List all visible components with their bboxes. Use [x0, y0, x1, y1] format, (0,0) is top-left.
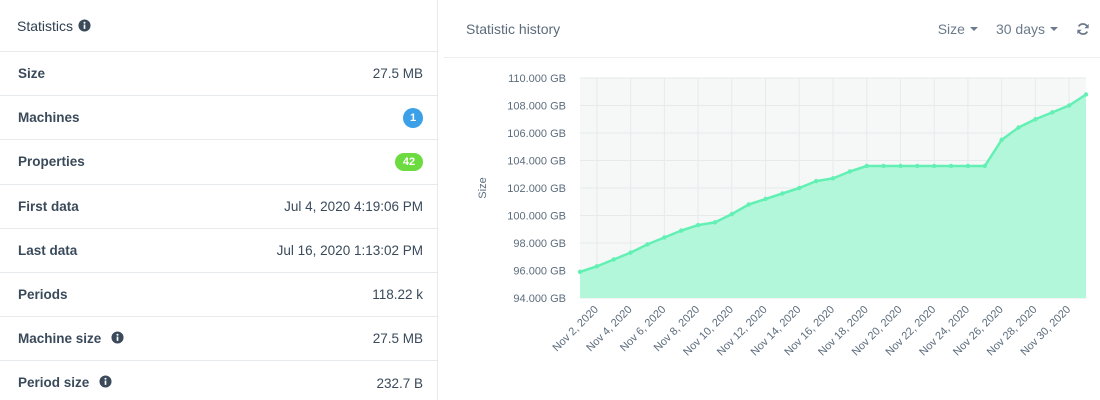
data-point	[695, 222, 701, 228]
stat-label: Machines	[18, 110, 80, 126]
data-point	[679, 228, 684, 233]
stat-label: Size	[18, 66, 46, 82]
history-chart: 94.000 GB 96.000 GB 98.000 GB 100.000 GB 102…	[444, 58, 1100, 400]
history-header: Statistic history Size 30 days	[444, 0, 1100, 58]
stat-label: Period size	[18, 375, 90, 391]
info-icon[interactable]	[99, 375, 112, 388]
stat-value: Jul 4, 2020 4:19:06 PM	[284, 198, 423, 214]
stat-row-machines: Machines 1	[0, 96, 437, 141]
stat-label-group: Machine size	[18, 330, 124, 348]
history-controls: Size 30 days	[938, 0, 1090, 58]
stat-label: Machine size	[18, 330, 102, 346]
range-dropdown[interactable]: 30 days	[996, 21, 1058, 37]
size-area-chart: 94.000 GB 96.000 GB 98.000 GB 100.000 GB 102…	[477, 73, 1089, 358]
data-point	[611, 257, 616, 262]
caret-down-icon	[1050, 27, 1058, 31]
y-tick-label: 110.000 GB	[508, 73, 566, 85]
stat-label: Properties	[18, 154, 85, 170]
stat-value: 27.5 MB	[372, 66, 423, 82]
data-point	[932, 163, 937, 169]
stat-row-properties: Properties 42	[0, 140, 437, 185]
data-point	[577, 269, 583, 275]
y-axis-label: Size	[477, 177, 489, 198]
statistics-header: Statistics	[0, 0, 437, 52]
data-point	[763, 196, 768, 202]
stat-row-first-data: First data Jul 4, 2020 4:19:06 PM	[0, 185, 437, 229]
stat-row-machine-size: Machine size 27.5 MB	[0, 317, 437, 362]
stat-row-size: Size 27.5 MB	[0, 52, 437, 97]
stat-value: 232.7 B	[376, 375, 423, 391]
y-tick-label: 104.000 GB	[507, 156, 566, 168]
stat-row-periods: Periods 118.22 k	[0, 273, 437, 318]
data-point	[898, 163, 903, 169]
statistics-title: Statistics	[17, 17, 74, 34]
data-point	[948, 163, 954, 169]
y-tick-label: 108.000 GB	[507, 101, 566, 113]
data-point	[915, 163, 920, 169]
data-point	[797, 185, 802, 191]
metric-dropdown[interactable]: Size	[938, 21, 978, 37]
data-point	[712, 220, 718, 225]
data-point	[965, 163, 971, 169]
y-tick-label: 94.000 GB	[513, 293, 566, 305]
data-point	[746, 202, 751, 207]
stat-row-last-data: Last data Jul 16, 2020 1:13:02 PM	[0, 229, 437, 273]
data-point	[729, 211, 734, 217]
y-tick-label: 106.000 GB	[507, 128, 566, 140]
y-tick-label: 96.000 GB	[513, 266, 566, 278]
data-point	[864, 163, 869, 169]
history-title: Statistic history	[466, 20, 561, 37]
data-point	[1066, 103, 1072, 108]
data-point	[982, 163, 987, 169]
data-point	[847, 169, 853, 174]
info-icon[interactable]	[111, 331, 124, 344]
y-tick-label: 98.000 GB	[513, 238, 566, 250]
data-point	[813, 178, 819, 184]
y-tick-label: 102.000 GB	[507, 183, 566, 195]
stat-label: Last data	[18, 242, 78, 258]
info-icon[interactable]	[78, 19, 91, 32]
data-point	[999, 137, 1004, 143]
statistic-history-panel: Statistic history Size 30 days 94.000 GB…	[444, 0, 1100, 400]
data-point	[1016, 125, 1021, 130]
statistics-panel: Statistics Size 27.5 MB Machines 1 Prope…	[0, 0, 438, 400]
data-point	[594, 264, 600, 269]
data-point	[1083, 92, 1089, 97]
stat-label-group: Period size	[18, 374, 112, 392]
data-point	[881, 163, 886, 169]
data-point	[628, 250, 633, 255]
stat-value: Jul 16, 2020 1:13:02 PM	[276, 242, 423, 258]
data-point	[830, 176, 836, 181]
data-point	[780, 191, 785, 196]
refresh-icon[interactable]	[1076, 22, 1090, 36]
y-tick-label: 100.000 GB	[507, 211, 566, 223]
stat-value: 27.5 MB	[372, 331, 423, 347]
range-dropdown-label: 30 days	[995, 21, 1045, 37]
data-point	[645, 242, 650, 247]
metric-dropdown-label: Size	[937, 21, 965, 37]
machines-count-badge[interactable]: 1	[403, 107, 423, 128]
stat-row-period-size: Period size 232.7 B	[0, 361, 437, 400]
properties-count-badge[interactable]: 42	[395, 152, 423, 171]
caret-down-icon	[969, 27, 978, 31]
stat-value: 118.22 k	[372, 287, 423, 303]
stat-label: First data	[18, 198, 79, 214]
data-point	[662, 235, 667, 240]
data-point	[1033, 117, 1038, 122]
stat-label: Periods	[18, 287, 68, 303]
data-point	[1050, 110, 1055, 115]
